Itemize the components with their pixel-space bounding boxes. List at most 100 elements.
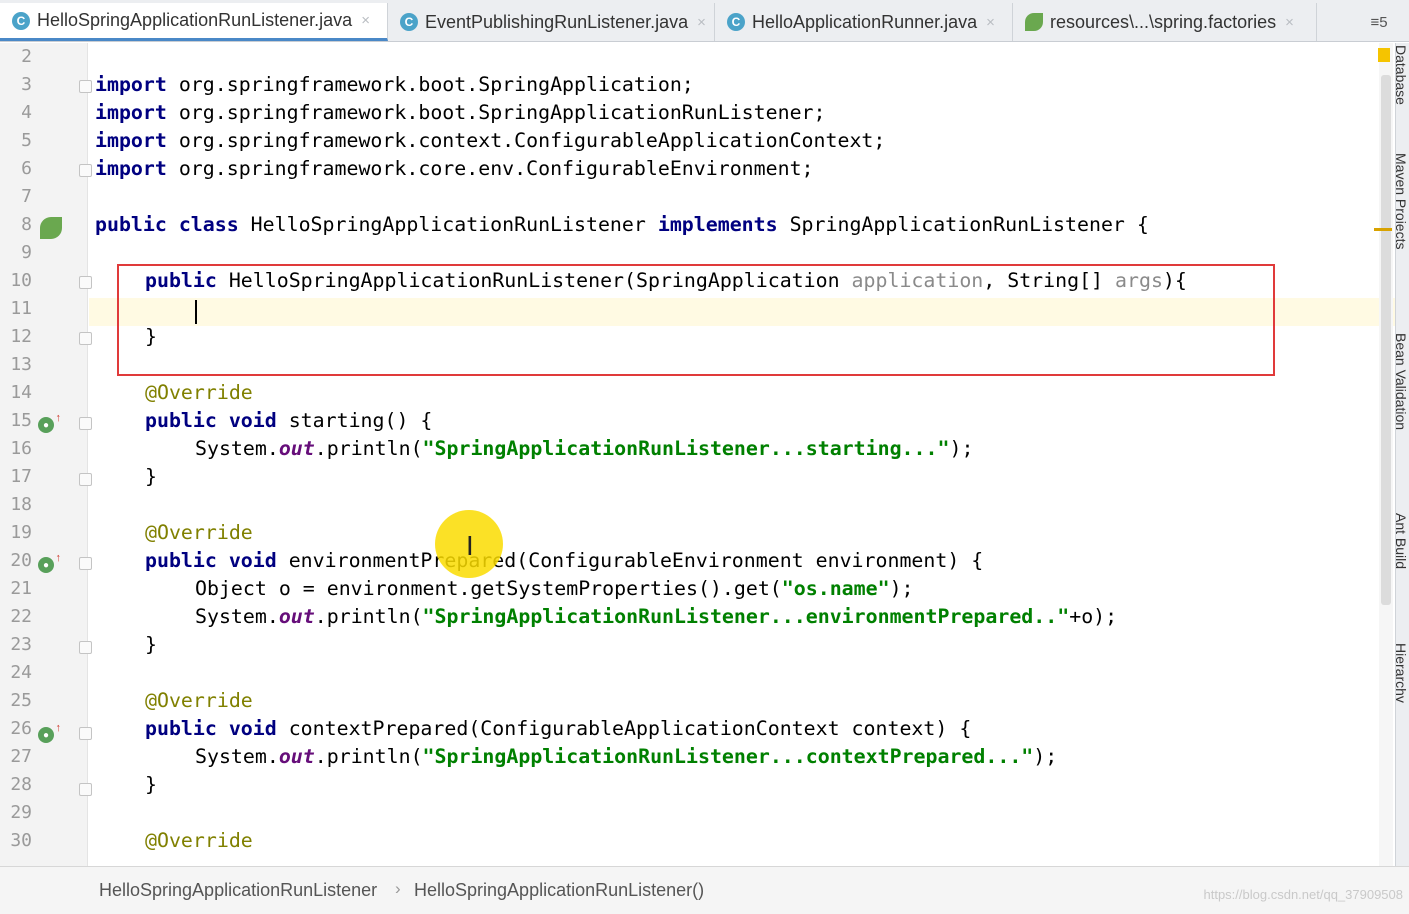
line-number: 17 (10, 466, 32, 487)
code-line: System.out.println("SpringApplicationRun… (195, 743, 1057, 771)
line-number: 2 (21, 46, 32, 67)
code-line: } (145, 325, 157, 348)
keyword: public void (145, 549, 277, 572)
line-number: 6 (21, 158, 32, 179)
close-icon[interactable]: × (697, 14, 706, 31)
implements-method-icon[interactable]: ● ↑ (38, 722, 61, 743)
tool-label: Ant Build (1395, 513, 1409, 570)
chevron-right-icon: › (395, 879, 401, 898)
code-text: , String[] (983, 269, 1116, 292)
keyword: public void (145, 409, 277, 432)
line-number: 11 (10, 298, 32, 319)
line-number: 13 (10, 354, 32, 375)
line-number: 7 (21, 186, 32, 207)
tab-overflow-menu-button[interactable]: ≡5 (1349, 3, 1409, 41)
tool-label: Bean Validation (1395, 333, 1409, 431)
line-number: 22 (10, 606, 32, 627)
code-text: ); (1033, 745, 1058, 768)
line-number: 10 (10, 270, 32, 291)
tab-event-publishing-run-listener[interactable]: C EventPublishingRunListener.java × (388, 3, 715, 41)
line-number: 9 (21, 242, 32, 263)
annotation: @Override (145, 829, 253, 852)
error-stripe-marker[interactable] (1374, 228, 1392, 231)
line-number: 30 (10, 830, 32, 851)
string-literal: "SpringApplicationRunListener...contextP… (422, 745, 1034, 768)
tab-label: EventPublishingRunListener.java (425, 11, 689, 32)
unused-parameter: application (851, 269, 984, 292)
tool-ant-build[interactable]: Ant Build (1395, 513, 1409, 570)
code-text: Object o = environment.getSystemProperti… (195, 577, 782, 600)
line-number: 20 (10, 550, 32, 571)
line-number: 24 (10, 662, 32, 683)
code-text: System. (195, 605, 279, 628)
keyword: import (95, 73, 167, 96)
line-number: 15 (10, 410, 32, 431)
code-text: +o); (1069, 605, 1118, 628)
code-text: org.springframework.boot.SpringApplicati… (166, 101, 826, 124)
right-tool-window-bar: Database Maven Projects Bean Validation … (1395, 43, 1409, 866)
code-text: HelloSpringApplicationRunListener (238, 213, 658, 236)
code-text: SpringApplicationRunListener { (777, 213, 1149, 236)
code-editor[interactable]: import org.springframework.boot.SpringAp… (89, 43, 1395, 866)
code-text: ); (949, 437, 974, 460)
static-field: out (278, 437, 315, 460)
tab-hello-spring-application-run-listener[interactable]: C HelloSpringApplicationRunListener.java… (0, 3, 388, 41)
warning-marker-icon[interactable] (1378, 48, 1390, 62)
code-text: ); (889, 577, 914, 600)
tool-maven-projects[interactable]: Maven Projects (1396, 153, 1409, 249)
line-number: 3 (21, 74, 32, 95)
line-number: 5 (21, 130, 32, 151)
breadcrumb-class[interactable]: HelloSpringApplicationRunListener (99, 880, 377, 901)
line-number: 16 (10, 438, 32, 459)
line-number: 12 (10, 326, 32, 347)
annotation: @Override (145, 381, 253, 404)
close-icon[interactable]: × (1285, 14, 1294, 31)
class-icon: C (400, 13, 418, 31)
line-number: 26 (10, 718, 32, 739)
code-text: .println( (314, 605, 423, 628)
spring-bean-icon[interactable] (40, 217, 62, 239)
close-icon[interactable]: × (986, 14, 995, 31)
annotation: @Override (145, 521, 253, 544)
string-literal: "SpringApplicationRunListener...starting… (422, 437, 950, 460)
editor-tab-bar: C HelloSpringApplicationRunListener.java… (0, 0, 1409, 42)
code-line: public void starting() { (145, 407, 432, 435)
code-line: } (145, 773, 157, 796)
tool-hierarchy[interactable]: Hierarchy (1395, 643, 1409, 703)
keyword: public void (145, 717, 277, 740)
code-line: System.out.println("SpringApplicationRun… (195, 603, 1117, 631)
text-caret (195, 300, 197, 324)
unused-parameter: args (1115, 269, 1163, 292)
class-icon: C (727, 13, 745, 31)
close-icon[interactable]: × (361, 12, 370, 29)
keyword: import (95, 129, 167, 152)
code-text: starting() { (276, 409, 433, 432)
tool-database[interactable]: Database (1396, 45, 1409, 105)
code-line: import org.springframework.boot.SpringAp… (95, 71, 694, 99)
tool-label: Hierarchy (1395, 643, 1409, 703)
code-text: ){ (1162, 269, 1187, 292)
code-line: } (145, 465, 157, 488)
code-line: public void environmentPrepared(Configur… (145, 547, 983, 575)
string-literal: "SpringApplicationRunListener...environm… (422, 605, 1070, 628)
code-line: } (145, 633, 157, 656)
keyword: import (95, 157, 167, 180)
editor-gutter[interactable]: 2 3 4 5 6 7 8 9 10 11 12 13 14 15 16 17 … (0, 43, 92, 866)
code-text: .println( (314, 437, 423, 460)
tab-hello-application-runner[interactable]: C HelloApplicationRunner.java × (715, 3, 1013, 41)
implements-method-icon[interactable]: ● ↑ (38, 552, 61, 573)
breadcrumb-constructor[interactable]: HelloSpringApplicationRunListener() (414, 880, 704, 901)
tab-spring-factories[interactable]: resources\...\spring.factories × (1013, 3, 1317, 41)
line-number: 28 (10, 774, 32, 795)
tab-label: HelloSpringApplicationRunListener.java (37, 10, 353, 30)
line-number: 19 (10, 522, 32, 543)
scrollbar-thumb[interactable] (1381, 75, 1391, 605)
code-line: public class HelloSpringApplicationRunLi… (95, 211, 1149, 239)
implements-method-icon[interactable]: ● ↑ (38, 412, 61, 433)
ibeam-cursor-icon: I (466, 532, 474, 562)
tool-bean-validation[interactable]: Bean Validation (1395, 333, 1409, 431)
line-number: 4 (21, 102, 32, 123)
code-text: System. (195, 437, 279, 460)
code-line: Object o = environment.getSystemProperti… (195, 575, 914, 603)
line-number: 21 (10, 578, 32, 599)
